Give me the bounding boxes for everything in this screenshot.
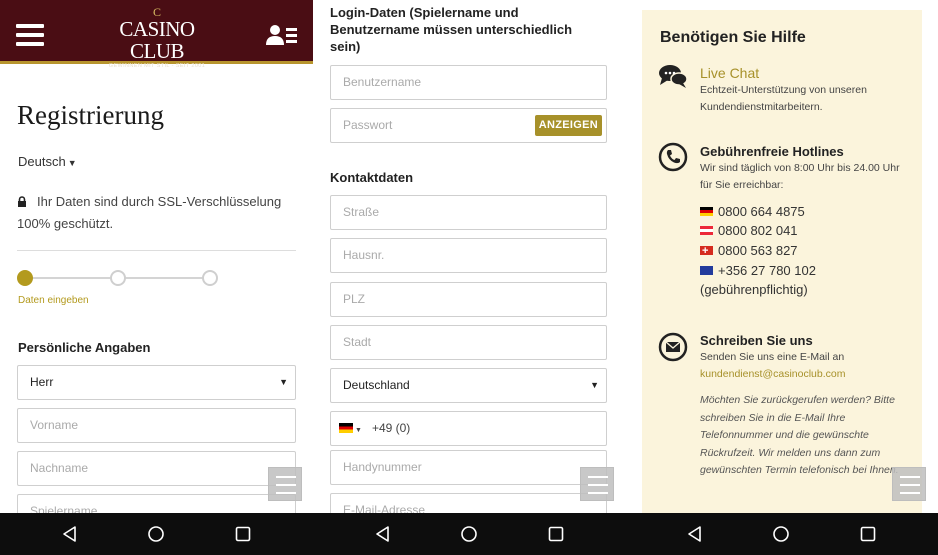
caret-down-icon: ▼	[279, 377, 288, 387]
hotline-eu[interactable]: +356 27 780 102	[700, 261, 816, 281]
help-panel: Benötigen Sie Hilfe Live Chat Echtzeit-U…	[626, 0, 938, 513]
hotline-number: +356 27 780 102	[718, 263, 816, 278]
step-1	[17, 270, 33, 286]
house-number-input[interactable]: Hausnr.	[330, 238, 607, 273]
live-chat-link[interactable]: Live Chat	[700, 65, 759, 81]
ssl-notice: Ihr Daten sind durch SSL-Verschlüsselung…	[17, 191, 287, 235]
progress-steps	[17, 269, 218, 287]
hotline-text: Wir sind täglich von 8:00 Uhr bis 24.00 …	[700, 162, 900, 191]
last-name-input[interactable]: Nachname	[17, 451, 296, 486]
help-title: Benötigen Sie Hilfe	[660, 29, 806, 46]
hotline-de[interactable]: 0800 664 4875	[700, 202, 805, 222]
hotline-ch[interactable]: 0800 563 827	[700, 241, 798, 261]
back-icon[interactable]	[374, 525, 392, 543]
language-select[interactable]: Deutsch ▼	[18, 154, 77, 169]
phone-input[interactable]: ▼ +49 (0)	[330, 411, 607, 446]
germany-flag-icon	[700, 207, 713, 216]
live-chat-text: Echtzeit-Unterstützung von unseren Kunde…	[700, 84, 867, 113]
hamburger-icon[interactable]	[16, 24, 44, 46]
scroll-menu-button[interactable]	[580, 467, 614, 501]
hotline-title: Gebührenfreie Hotlines	[700, 144, 844, 159]
country-select[interactable]: Deutschland ▼	[330, 368, 607, 403]
hotline-number: 0800 563 827	[718, 243, 798, 258]
street-input[interactable]: Straße	[330, 195, 607, 230]
password-placeholder: Passwort	[343, 118, 393, 132]
caret-down-icon: ▼	[67, 158, 77, 168]
back-icon[interactable]	[61, 525, 79, 543]
lock-icon	[18, 196, 26, 207]
caret-down-icon: ▼	[590, 380, 599, 390]
email-link[interactable]: kundendienst@casinoclub.com	[700, 368, 846, 380]
country-value: Deutschland	[343, 378, 410, 392]
email-input[interactable]: E-Mail-Adresse	[330, 493, 607, 513]
registration-panel: C CASINO CLUB GEWINNEN MIT STIL - SEIT 2…	[0, 0, 313, 513]
hotline-number: 0800 802 041	[718, 223, 798, 238]
language-value: Deutsch	[18, 154, 66, 169]
switzerland-flag-icon	[700, 241, 713, 261]
login-section-title: Login-Daten (Spielername und Benutzernam…	[330, 5, 573, 54]
zip-input[interactable]: PLZ	[330, 282, 607, 317]
phone-icon	[658, 142, 688, 172]
recents-icon[interactable]	[234, 525, 252, 543]
city-input[interactable]: Stadt	[330, 325, 607, 360]
salutation-select[interactable]: Herr ▼	[17, 365, 296, 400]
envelope-icon	[658, 332, 688, 362]
phone-prefix: +49 (0)	[371, 421, 411, 435]
hotline-at[interactable]: 0800 802 041	[700, 221, 798, 241]
casino-club-logo[interactable]: C CASINO CLUB GEWINNEN MIT STIL - SEIT 2…	[92, 6, 222, 70]
account-list-icon[interactable]	[266, 24, 298, 46]
help-box: Benötigen Sie Hilfe Live Chat Echtzeit-U…	[642, 10, 922, 513]
mobile-input[interactable]: Handynummer	[330, 450, 607, 485]
write-text: Senden Sie uns eine E-Mail an	[700, 351, 845, 363]
write-title: Schreiben Sie uns	[700, 333, 813, 348]
logo-text: CASINO CLUB	[119, 17, 195, 63]
callback-text: Möchten Sie zurückgerufen werden? Bitte …	[700, 394, 899, 476]
ssl-text: Ihr Daten sind durch SSL-Verschlüsselung…	[17, 194, 282, 231]
login-contact-panel: Login-Daten (Spielername und Benutzernam…	[313, 0, 626, 513]
login-username-input[interactable]: Benutzername	[330, 65, 607, 100]
austria-flag-icon	[700, 226, 713, 235]
system-nav-bar	[0, 513, 938, 555]
caret-down-icon[interactable]: ▼	[355, 427, 362, 434]
salutation-value: Herr	[30, 375, 54, 389]
chat-bubbles-icon	[659, 65, 688, 88]
divider	[17, 250, 296, 251]
contact-section-title: Kontaktdaten	[330, 170, 414, 185]
germany-flag-icon[interactable]	[339, 423, 353, 433]
personal-section-title: Persönliche Angaben	[18, 340, 151, 355]
scroll-menu-button[interactable]	[268, 467, 302, 501]
recents-icon[interactable]	[859, 525, 877, 543]
hotline-number: 0800 664 4875	[718, 204, 805, 219]
home-icon[interactable]	[147, 525, 165, 543]
home-icon[interactable]	[460, 525, 478, 543]
first-name-input[interactable]: Vorname	[17, 408, 296, 443]
eu-flag-icon	[700, 266, 713, 275]
username-input[interactable]: Spielername	[17, 494, 296, 513]
step-2	[110, 270, 126, 286]
scroll-menu-button[interactable]	[892, 467, 926, 501]
hotline-paid-note: (gebührenpflichtig)	[700, 282, 808, 297]
logo-tagline: GEWINNEN MIT STIL - SEIT 2001	[108, 63, 206, 69]
home-icon[interactable]	[772, 525, 790, 543]
back-icon[interactable]	[686, 525, 704, 543]
recents-icon[interactable]	[547, 525, 565, 543]
password-input[interactable]: Passwort ANZEIGEN	[330, 108, 607, 143]
page-title: Registrierung	[17, 100, 164, 130]
step-label: Daten eingeben	[18, 295, 89, 306]
app-header: C CASINO CLUB GEWINNEN MIT STIL - SEIT 2…	[0, 0, 313, 69]
step-3	[202, 270, 218, 286]
show-password-button[interactable]: ANZEIGEN	[534, 115, 602, 136]
